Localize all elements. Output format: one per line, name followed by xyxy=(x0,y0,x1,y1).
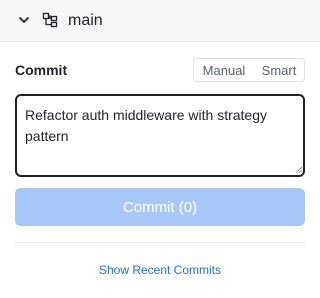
commit-section-label: Commit xyxy=(15,62,68,78)
mode-manual-button[interactable]: Manual xyxy=(194,59,254,81)
commit-panel: main Commit Manual Smart Refactor auth m… xyxy=(0,0,320,298)
mode-smart-button[interactable]: Smart xyxy=(254,59,304,81)
commit-button[interactable]: Commit (0) xyxy=(15,188,305,226)
resize-grip-icon[interactable] xyxy=(295,166,303,174)
show-recent-commits-link[interactable]: Show Recent Commits xyxy=(0,262,320,278)
git-branch-icon xyxy=(42,12,58,28)
commit-message-input[interactable]: Refactor auth middleware with strategy p… xyxy=(15,94,305,177)
commit-mode-toggle: Manual Smart xyxy=(193,58,305,82)
branch-name: main xyxy=(68,12,103,29)
divider xyxy=(15,242,305,243)
branch-header[interactable]: main xyxy=(0,0,320,42)
chevron-down-icon[interactable] xyxy=(18,14,30,26)
